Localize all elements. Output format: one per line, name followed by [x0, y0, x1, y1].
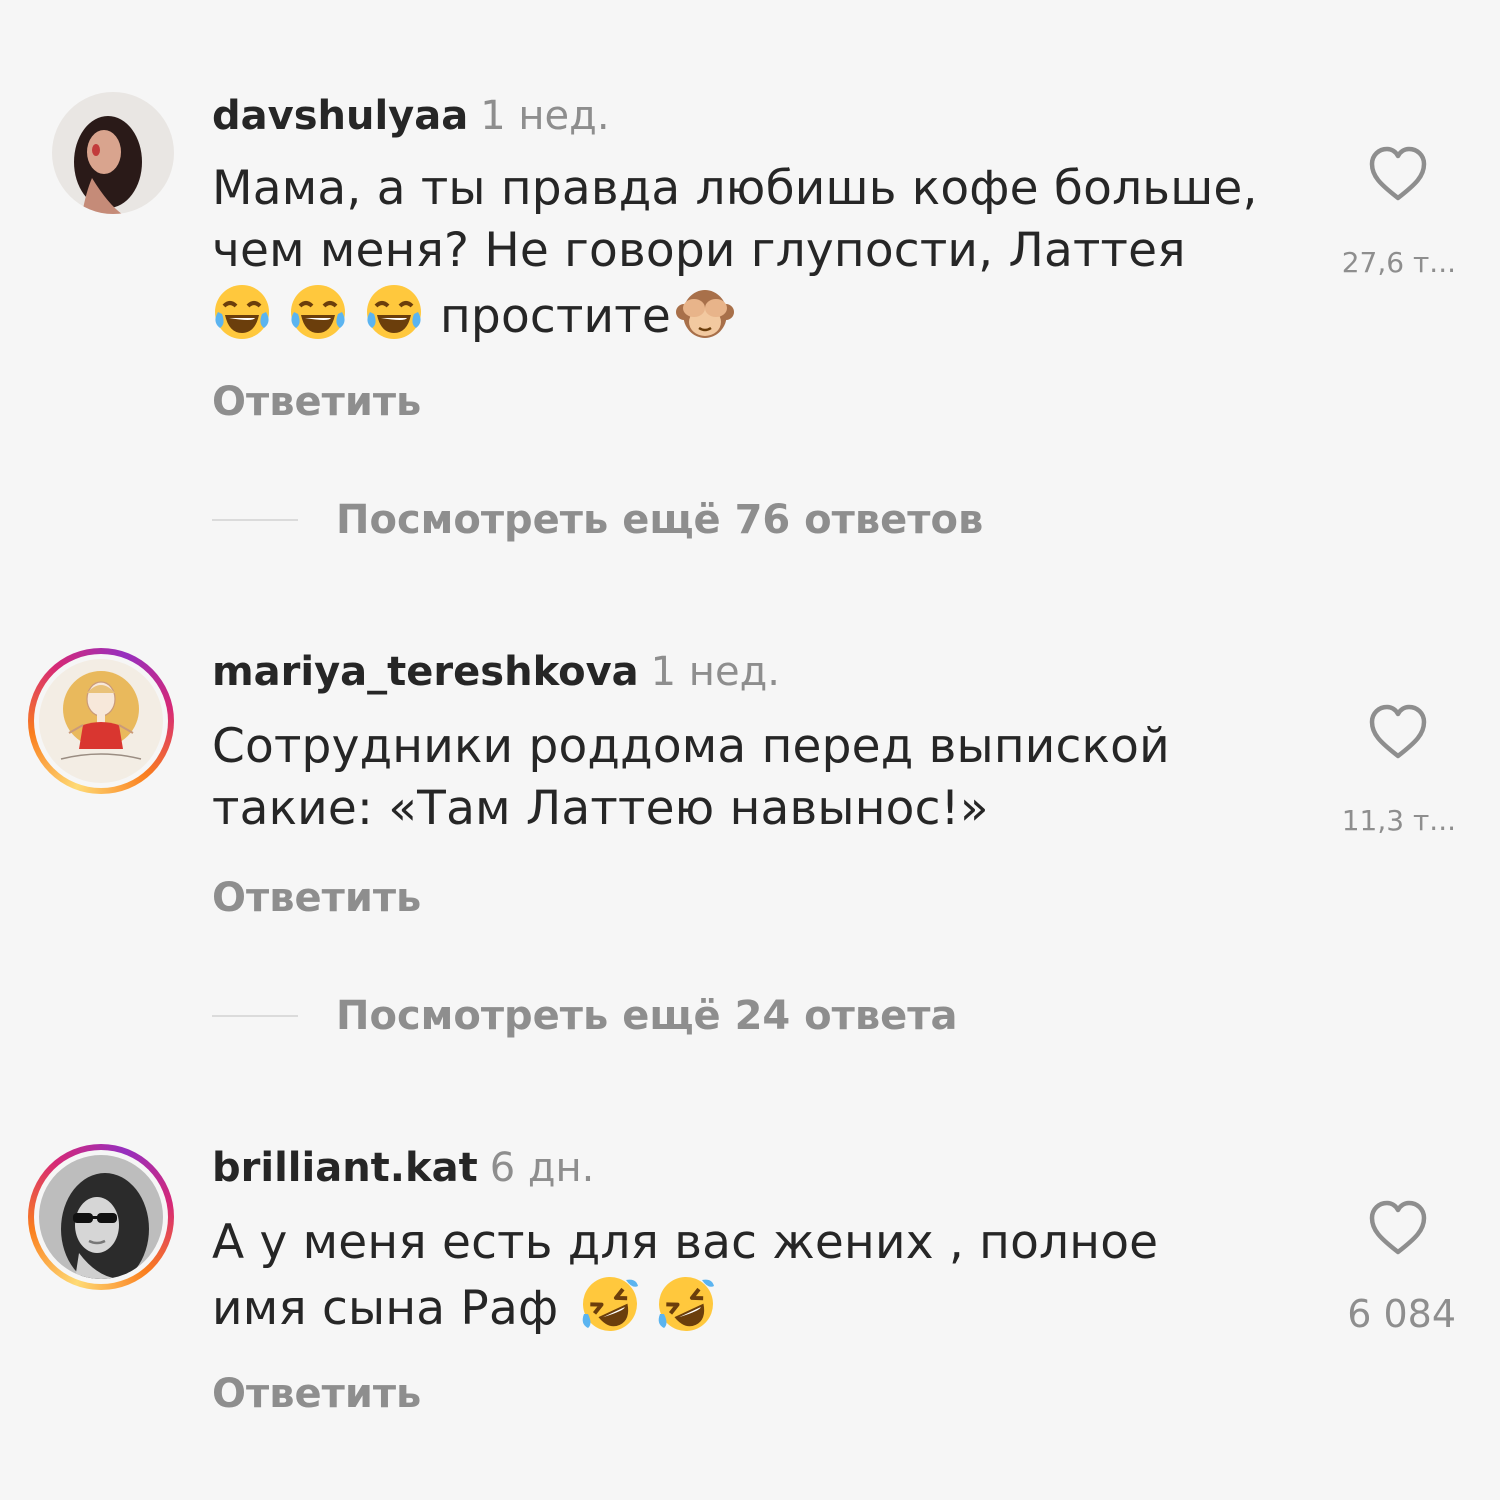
reply-button[interactable]: Ответить [212, 378, 421, 426]
comment-text-line: А у меня есть для вас жених , полное [212, 1215, 1159, 1270]
username[interactable]: davshulyaa [212, 93, 468, 139]
reply-button[interactable]: Ответить [212, 874, 421, 922]
comment-text-line: имя сына Раф [212, 1274, 1302, 1340]
timestamp: 1 нед. [480, 93, 610, 139]
like-button[interactable] [1368, 704, 1428, 760]
face-with-tears-of-joy-icon [288, 282, 348, 342]
like-button[interactable] [1368, 146, 1428, 202]
avatar-image [39, 659, 163, 783]
comment-text-fragment: простите [440, 289, 671, 344]
comment-text-line: Сотрудники роддома перед выпиской [212, 719, 1170, 774]
view-more-replies[interactable]: Посмотреть ещё 76 ответов [212, 496, 983, 544]
avatar-story-ring[interactable] [28, 648, 174, 794]
heart-icon [1369, 146, 1427, 201]
reply-button[interactable]: Ответить [212, 1370, 421, 1418]
like-count: 6 084 [1347, 1292, 1456, 1336]
view-more-replies-label[interactable]: Посмотреть ещё 76 ответов [336, 497, 983, 543]
face-with-tears-of-joy-icon [364, 282, 424, 342]
avatar[interactable] [52, 92, 174, 214]
see-no-evil-monkey-icon [675, 282, 735, 342]
username[interactable]: mariya_tereshkova [212, 649, 639, 695]
comment-text-line: простите [212, 282, 1302, 348]
timestamp: 1 нед. [650, 649, 780, 695]
view-more-replies[interactable]: Посмотреть ещё 24 ответа [212, 992, 957, 1040]
comment-text-line: Мама, а ты правда любишь кофе больше, [212, 161, 1258, 216]
comment-text: Мама, а ты правда любишь кофе больше, че… [212, 158, 1302, 348]
heart-icon [1369, 704, 1427, 759]
comment-text-fragment: имя сына Раф [212, 1281, 559, 1336]
heart-icon [1369, 1200, 1427, 1255]
like-count: 27,6 т... [1341, 246, 1456, 279]
avatar-image [39, 1155, 163, 1279]
comment-text-line: чем меня? Не говори глупости, Латтея [212, 223, 1186, 278]
face-with-tears-of-joy-icon [212, 282, 272, 342]
rolling-on-the-floor-laughing-icon [580, 1274, 640, 1334]
comment-header: brilliant.kat 6 дн. [212, 1144, 594, 1192]
view-more-replies-label[interactable]: Посмотреть ещё 24 ответа [336, 993, 957, 1039]
rolling-on-the-floor-laughing-icon [656, 1274, 716, 1334]
comment-text-line: такие: «Там Латтею навынос!» [212, 781, 989, 836]
divider-line [212, 519, 298, 521]
comment-header: davshulyaa 1 нед. [212, 92, 610, 140]
like-count: 11,3 т... [1341, 804, 1456, 837]
avatar [34, 1150, 168, 1284]
avatar [34, 654, 168, 788]
timestamp: 6 дн. [489, 1145, 595, 1191]
comment-text: А у меня есть для вас жених , полное имя… [212, 1212, 1302, 1340]
comment-header: mariya_tereshkova 1 нед. [212, 648, 780, 696]
like-button[interactable] [1368, 1200, 1428, 1256]
avatar-story-ring[interactable] [28, 1144, 174, 1290]
username[interactable]: brilliant.kat [212, 1145, 478, 1191]
comment-text: Сотрудники роддома перед выпиской такие:… [212, 716, 1302, 840]
divider-line [212, 1015, 298, 1017]
avatar-image [52, 92, 174, 214]
